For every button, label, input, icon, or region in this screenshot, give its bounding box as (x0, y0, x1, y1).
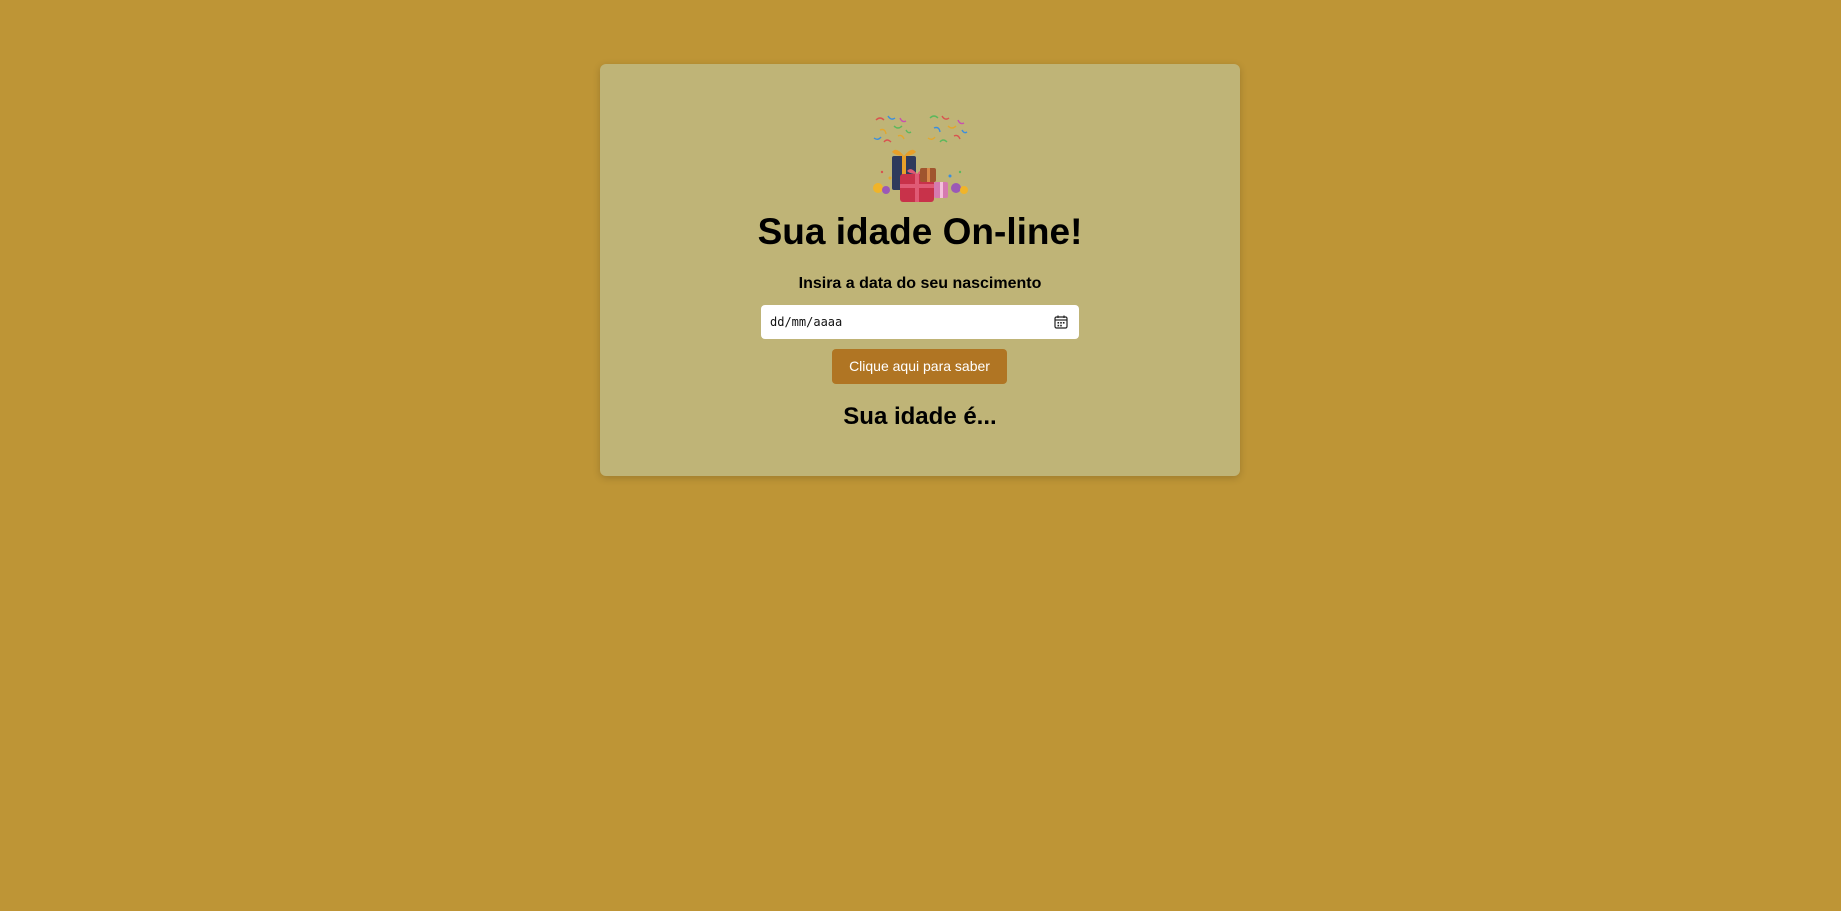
submit-button[interactable]: Clique aqui para saber (832, 349, 1007, 384)
birthdate-label: Insira a data do seu nascimento (798, 275, 1042, 292)
confetti-right (927, 115, 968, 143)
age-result: Sua idade é... (843, 403, 997, 430)
birthday-gifts-confetti-icon (870, 112, 970, 206)
page-title: Sua idade On-line! (757, 211, 1083, 252)
calendar-icon[interactable] (1053, 314, 1069, 330)
age-card: Sua idade On-line! Insira a data do seu … (600, 64, 1240, 476)
birthdate-placeholder: dd/mm/aaaa (770, 315, 843, 329)
birthdate-input[interactable]: dd/mm/aaaa (761, 305, 1079, 339)
confetti-left (873, 115, 912, 143)
